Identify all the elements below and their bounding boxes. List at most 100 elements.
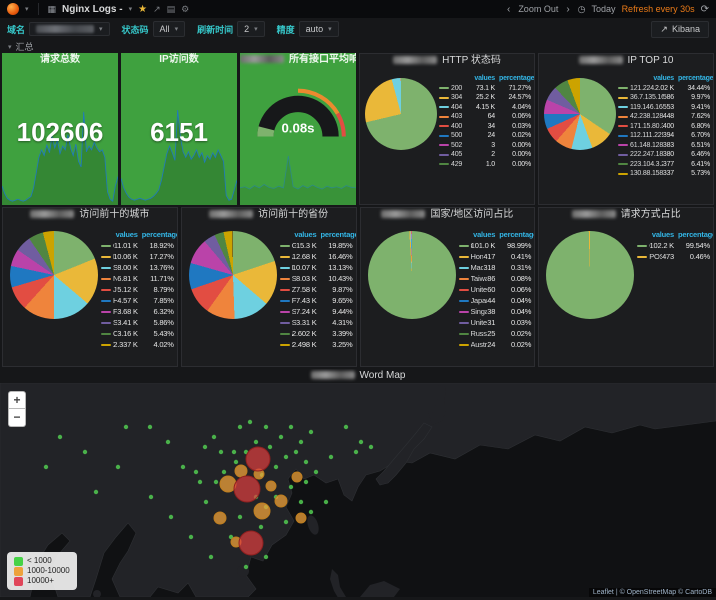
map-marker-low[interactable] xyxy=(274,465,278,469)
map-marker-high[interactable] xyxy=(239,531,263,555)
map-marker-low[interactable] xyxy=(244,565,248,569)
map-marker-low[interactable] xyxy=(279,435,283,439)
map-marker-low[interactable] xyxy=(181,465,185,469)
map-marker-mid[interactable] xyxy=(235,465,247,477)
chevron-down-icon[interactable]: ▾ xyxy=(129,5,133,13)
top-provinces-pie[interactable] xyxy=(189,231,277,319)
panel-title[interactable]: IP TOP 10 xyxy=(539,54,713,68)
legend-row[interactable]: United Kingdom310.03% xyxy=(459,317,532,328)
legend-row[interactable]: GET102.2 K99.54% xyxy=(637,240,710,251)
refresh-interval-button[interactable]: Refresh every 30s xyxy=(622,4,695,14)
legend-row[interactable]: Hong Kong4170.41% xyxy=(459,251,532,262)
variable-precision-dropdown[interactable]: auto▾ xyxy=(299,21,339,37)
map-marker-low[interactable] xyxy=(238,515,242,519)
settings-gear-icon[interactable]: ⚙ xyxy=(181,4,189,15)
legend-row[interactable]: 4044.15 K4.04% xyxy=(439,103,531,113)
legend-row[interactable]: 171.15.80.364006.80% xyxy=(618,122,710,132)
legend-row[interactable]: Xian2.337 K4.02% xyxy=(101,339,174,350)
map-marker-low[interactable] xyxy=(354,450,358,454)
legend-row[interactable]: Guangdong15.3 K19.85% xyxy=(280,240,353,251)
map-marker-low[interactable] xyxy=(259,525,263,529)
map-marker-mid[interactable] xyxy=(214,512,226,524)
map-marker-low[interactable] xyxy=(304,480,308,484)
kibana-link-button[interactable]: ↗Kibana xyxy=(651,21,709,38)
map-marker-low[interactable] xyxy=(264,555,268,559)
country-share-pie[interactable] xyxy=(368,231,456,319)
map-marker-mid[interactable] xyxy=(296,513,306,523)
map-marker-low[interactable] xyxy=(304,460,308,464)
map-marker-low[interactable] xyxy=(44,465,48,469)
panel-title[interactable]: 请求方式占比 xyxy=(539,208,713,222)
map-marker-low[interactable] xyxy=(329,455,333,459)
legend-row[interactable]: Jinan5.12 K8.79% xyxy=(101,284,174,295)
legend-row[interactable]: Shandong7.24 K9.44% xyxy=(280,306,353,317)
legend-row[interactable]: Hangzhou4.57 K7.85% xyxy=(101,295,174,306)
map-attribution[interactable]: Leaflet | © OpenStreetMap © CartoDB xyxy=(589,588,716,597)
legend-row[interactable]: Taiwan860.08% xyxy=(459,273,532,284)
legend-row[interactable]: Fuzhou3.68 K6.32% xyxy=(101,306,174,317)
map-marker-low[interactable] xyxy=(369,445,373,449)
map-marker-low[interactable] xyxy=(189,535,193,539)
legend-row[interactable]: Anhui2.602 K3.39% xyxy=(280,328,353,339)
panel-title[interactable]: 访问前十的城市 xyxy=(3,208,177,222)
map-marker-low[interactable] xyxy=(198,480,202,484)
map-marker-mid[interactable] xyxy=(266,481,276,491)
legend-row[interactable]: 223.104.3.2313776.41% xyxy=(618,160,710,170)
map-marker-low[interactable] xyxy=(284,520,288,524)
legend-row[interactable]: Russia250.02% xyxy=(459,328,532,339)
map-marker-mid[interactable] xyxy=(254,503,270,519)
legend-row[interactable]: 119.146.164.985539.41% xyxy=(618,103,710,113)
legend-row[interactable]: Beijing10.06 K17.27% xyxy=(101,251,174,262)
legend-row[interactable]: Zhejiang7.58 K9.87% xyxy=(280,284,353,295)
legend-row[interactable]: 20073.1 K71.27% xyxy=(439,84,531,94)
legend-row[interactable]: Jiangsu12.68 K16.46% xyxy=(280,251,353,262)
map-marker-low[interactable] xyxy=(268,445,272,449)
legend-row[interactable]: 222.247.187.2483806.46% xyxy=(618,150,710,160)
panel-title[interactable]: Word Map xyxy=(0,369,716,383)
legend-row[interactable]: 112.111.229.343946.70% xyxy=(618,131,710,141)
legend-row[interactable]: 30425.2 K24.57% xyxy=(439,93,531,103)
panel-title[interactable]: 国家/地区访问占比 xyxy=(361,208,535,222)
map-marker-low[interactable] xyxy=(219,450,223,454)
legend-row[interactable]: Japan440.04% xyxy=(459,295,532,306)
legend-row[interactable]: Guangzhou11.01 K18.92% xyxy=(101,240,174,251)
map-marker-low[interactable] xyxy=(204,500,208,504)
legend-row[interactable]: Sichuan3.31 K4.31% xyxy=(280,317,353,328)
map-marker-low[interactable] xyxy=(314,470,318,474)
dashboard-row-toggle[interactable]: ▾ 汇总 xyxy=(0,40,716,53)
panel-title[interactable]: 所有接口平均响应时间 xyxy=(240,53,356,67)
map-zoom-in-button[interactable]: + xyxy=(8,391,26,409)
time-back-icon[interactable]: ‹ xyxy=(505,4,512,15)
legend-row[interactable]: Nanjing6.81 K11.71% xyxy=(101,273,174,284)
legend-row[interactable]: 50230.00% xyxy=(439,141,531,151)
legend-row[interactable]: 4291.00.00% xyxy=(439,160,531,170)
map-marker-low[interactable] xyxy=(264,425,268,429)
map-marker-low[interactable] xyxy=(203,445,207,449)
map-marker-mid[interactable] xyxy=(275,495,287,507)
map-marker-low[interactable] xyxy=(212,435,216,439)
map-marker-low[interactable] xyxy=(254,440,258,444)
map-marker-low[interactable] xyxy=(289,485,293,489)
map-marker-low[interactable] xyxy=(116,465,120,469)
legend-row[interactable]: 42.238.128.2074487.62% xyxy=(618,112,710,122)
dashboard-title[interactable]: Nginx Logs - xyxy=(62,4,123,15)
chevron-down-icon[interactable]: ▾ xyxy=(25,5,29,13)
legend-row[interactable]: Shanghai8.00 K13.76% xyxy=(101,262,174,273)
world-map[interactable]: + − < 10001000-1000010000+ Leaflet | © O… xyxy=(0,383,716,597)
map-marker-low[interactable] xyxy=(284,455,288,459)
http-status-pie[interactable] xyxy=(365,78,437,150)
legend-row[interactable]: 400340.03% xyxy=(439,122,531,132)
legend-row[interactable]: 121.224.77.832.02 K34.44% xyxy=(618,84,710,94)
map-marker-low[interactable] xyxy=(232,450,236,454)
map-marker-low[interactable] xyxy=(169,515,173,519)
map-marker-low[interactable] xyxy=(344,425,348,429)
legend-row[interactable]: 403640.06% xyxy=(439,112,531,122)
legend-row[interactable]: 40520.00% xyxy=(439,150,531,160)
map-marker-low[interactable] xyxy=(324,500,328,504)
legend-row[interactable]: 61.148.128.1793836.51% xyxy=(618,141,710,151)
legend-row[interactable]: United States600.06% xyxy=(459,284,532,295)
zoom-out-button[interactable]: Zoom Out xyxy=(518,4,558,14)
map-marker-low[interactable] xyxy=(194,470,198,474)
top-cities-pie[interactable] xyxy=(10,231,98,319)
map-canvas[interactable] xyxy=(0,383,716,597)
